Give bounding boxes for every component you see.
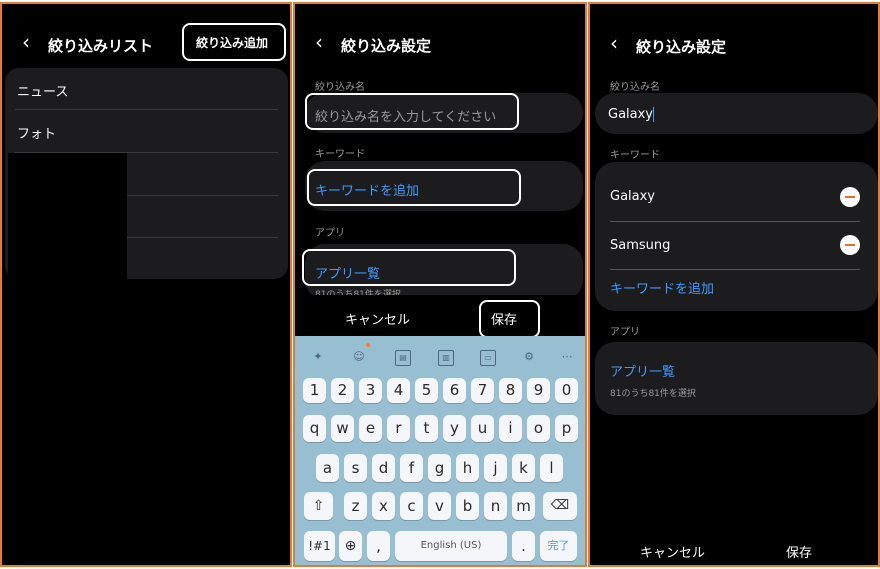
key-t[interactable]: t [415,415,438,442]
divider [127,237,278,238]
filter-settings-screen-keyboard: ‹ 絞り込み設定 絞り込み名 絞り込み名を入力してください キーワード キーワー… [293,2,587,567]
key-2[interactable]: 2 [331,378,354,403]
key-1[interactable]: 1 [303,378,326,403]
action-bar [295,295,585,336]
key-e[interactable]: e [359,415,382,442]
filter-list-card: ニュース フォト [5,68,288,279]
key-s[interactable]: s [344,454,367,482]
key-0[interactable]: 0 [555,378,578,403]
key-5[interactable]: 5 [415,378,438,403]
shift-key[interactable]: ⇧ [304,492,333,520]
keyword-label: キーワード [315,149,365,160]
clipboard-icon[interactable]: ▭ [480,350,496,366]
key-v[interactable]: v [428,492,451,520]
settings-icon[interactable]: ⚙ [522,350,536,364]
key-m[interactable]: m [512,492,535,520]
add-keyword-button[interactable]: キーワードを追加 [610,278,714,297]
key-6[interactable]: 6 [443,378,466,403]
save-button[interactable]: 保存 [491,309,517,328]
divider [15,109,278,110]
page-title: 絞り込み設定 [341,37,432,55]
filter-name-value: Galaxy [608,107,654,122]
add-keyword-button[interactable]: キーワードを追加 [315,180,419,199]
filter-name-input[interactable]: Galaxy [608,107,655,122]
app-label: アプリ [610,327,640,338]
app-card: アプリ一覧 81のうち81件を選択 [595,342,878,415]
key-q[interactable]: q [303,415,326,442]
key-o[interactable]: o [527,415,550,442]
cancel-button[interactable]: キャンセル [345,309,410,328]
key-n[interactable]: n [484,492,507,520]
key-i[interactable]: i [499,415,522,442]
list-item-photo[interactable]: フォト [17,123,56,142]
backspace-key[interactable]: ⌫ [543,492,577,520]
done-key[interactable]: 完了 [540,531,577,561]
key-g[interactable]: g [428,454,451,482]
page-title: 絞り込み設定 [636,38,727,56]
back-icon[interactable]: ‹ [315,32,323,52]
text-cursor [653,107,655,122]
filter-name-label: 絞り込み名 [610,82,660,93]
comma-key[interactable]: , [367,531,390,561]
app-list-button[interactable]: アプリ一覧 [315,263,380,282]
emoji-icon[interactable]: ☺ [352,350,366,364]
back-icon[interactable]: ‹ [610,33,618,53]
symbols-key[interactable]: !#1 [304,531,335,561]
sticker-icon[interactable]: ▤ [395,350,411,366]
keyword-card: Galaxy Samsung キーワードを追加 [595,162,878,311]
divider [127,195,278,196]
key-9[interactable]: 9 [527,378,550,403]
key-4[interactable]: 4 [387,378,410,403]
key-p[interactable]: p [555,415,578,442]
filter-name-label: 絞り込み名 [315,82,365,93]
key-k[interactable]: k [512,454,535,482]
notification-dot [366,343,370,347]
remove-keyword-icon[interactable] [840,187,860,207]
keyword-label: キーワード [610,150,660,161]
page-title: 絞り込みリスト [48,37,154,55]
divider [610,221,860,222]
app-label: アプリ [315,228,345,239]
divider [610,269,860,270]
key-z[interactable]: z [344,492,367,520]
period-key[interactable]: . [512,531,535,561]
key-y[interactable]: y [443,415,466,442]
filter-name-input[interactable]: 絞り込み名を入力してください [315,106,496,125]
key-r[interactable]: r [387,415,410,442]
key-w[interactable]: w [331,415,354,442]
key-u[interactable]: u [471,415,494,442]
list-item-news[interactable]: ニュース [17,81,68,100]
keyword-item-samsung: Samsung [610,238,671,253]
filter-settings-screen-filled: ‹ 絞り込み設定 絞り込み名 Galaxy キーワード Galaxy Samsu… [588,2,880,567]
redacted-area [8,153,127,279]
key-h[interactable]: h [456,454,479,482]
key-a[interactable]: a [316,454,339,482]
key-7[interactable]: 7 [471,378,494,403]
key-c[interactable]: c [400,492,423,520]
gif-icon[interactable]: ▥ [438,350,454,366]
more-icon[interactable]: ⋯ [560,350,574,364]
sparkle-icon[interactable]: ✦ [311,350,325,364]
keyword-item-galaxy: Galaxy [610,189,656,204]
space-key[interactable]: English (US) [395,531,507,561]
back-icon[interactable]: ‹ [22,32,30,52]
filter-list-screen: ‹ 絞り込みリスト 絞り込み追加 ニュース フォト [0,2,292,567]
key-b[interactable]: b [456,492,479,520]
app-count: 81のうち81件を選択 [610,389,696,399]
add-filter-button[interactable]: 絞り込み追加 [196,34,268,51]
remove-keyword-icon[interactable] [840,235,860,255]
key-x[interactable]: x [372,492,395,520]
key-d[interactable]: d [372,454,395,482]
key-l[interactable]: l [540,454,563,482]
key-8[interactable]: 8 [499,378,522,403]
key-j[interactable]: j [484,454,507,482]
cancel-button[interactable]: キャンセル [640,542,705,561]
key-f[interactable]: f [400,454,423,482]
key-3[interactable]: 3 [359,378,382,403]
globe-icon[interactable]: ⊕ [339,531,362,561]
save-button[interactable]: 保存 [786,542,812,561]
app-list-button[interactable]: アプリ一覧 [610,361,675,380]
